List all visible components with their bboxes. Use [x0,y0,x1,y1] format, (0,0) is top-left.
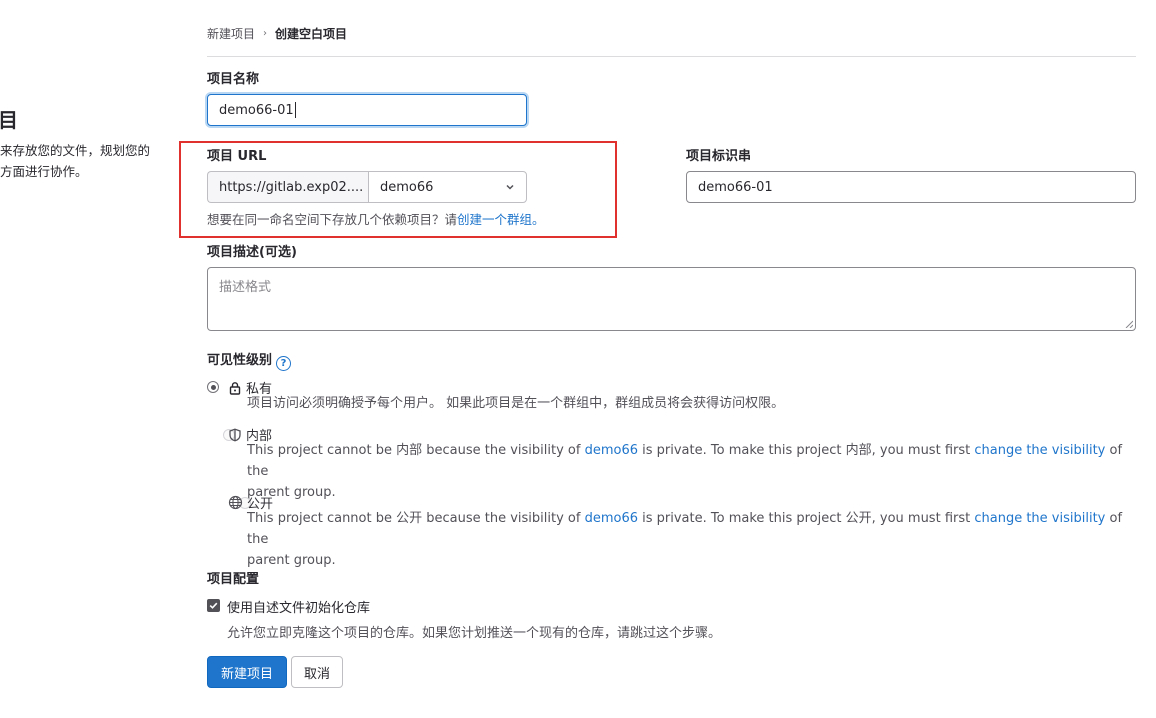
left-panel-title: 目 [0,108,18,132]
breadcrumb: 新建项目 › 创建空白项目 [207,25,347,42]
description-label: 项目描述(可选) [207,245,297,260]
change-visibility-link[interactable]: change the visibility [974,511,1105,526]
project-name-input[interactable]: demo66-01 [207,94,527,126]
checkmark-icon [209,602,218,609]
visibility-public-desc-b: is private. To make this project 公开, you… [638,511,975,526]
highlight-box [179,141,617,238]
globe-icon [228,495,243,510]
divider [207,56,1136,57]
visibility-private-desc: 项目访问必须明确授予每个用户。 如果此项目是在一个群组中，群组成员将会获得访问权… [247,396,785,411]
left-panel-desc-line1: 来存放您的文件，规划您的 [0,143,151,158]
demo66-group-link[interactable]: demo66 [585,443,638,458]
breadcrumb-new-project-link[interactable]: 新建项目 [207,25,255,42]
visibility-public-desc-line2: parent group. [247,553,336,568]
description-placeholder: 描述格式 [219,280,272,295]
project-config-label: 项目配置 [207,572,260,587]
visibility-public-desc-a: This project cannot be 公开 because the vi… [247,511,585,526]
visibility-label: 可见性级别? [207,349,292,371]
project-slug-input[interactable]: demo66-01 [686,171,1136,203]
readme-checkbox[interactable] [207,599,220,612]
visibility-internal-desc-b: is private. To make this project 内部, you… [638,443,975,458]
left-panel-description: 来存放您的文件，规划您的 方面进行协作。 [0,140,175,182]
project-slug-value: demo66-01 [698,179,773,195]
visibility-internal-desc-a: This project cannot be 内部 because the vi… [247,443,585,458]
text-caret [294,102,296,118]
visibility-internal-desc: This project cannot be 内部 because the vi… [247,440,1127,503]
breadcrumb-current: 创建空白项目 [275,27,348,41]
chevron-right-icon: › [263,28,268,39]
project-slug-label: 项目标识串 [686,149,752,164]
project-name-value: demo66-01 [219,102,294,118]
create-project-button[interactable]: 新建项目 [207,656,287,688]
visibility-private-radio[interactable] [207,381,219,393]
demo66-group-link[interactable]: demo66 [585,511,638,526]
question-circle-icon[interactable]: ? [276,356,292,371]
readme-help-text: 允许您立即克隆这个项目的仓库。如果您计划推送一个现有的仓库，请跳过这个步骤。 [227,626,722,641]
project-name-label: 项目名称 [207,72,260,87]
visibility-public-desc: This project cannot be 公开 because the vi… [247,508,1127,571]
visibility-label-text: 可见性级别 [207,353,273,368]
left-panel-desc-line2: 方面进行协作。 [0,164,88,179]
description-textarea[interactable]: 描述格式 [207,267,1136,331]
resize-handle-icon[interactable] [1125,320,1133,328]
change-visibility-link[interactable]: change the visibility [974,443,1105,458]
shield-icon [229,428,241,441]
visibility-internal-desc-line2: parent group. [247,485,336,500]
lock-icon [229,381,241,395]
readme-checkbox-label[interactable]: 使用自述文件初始化仓库 [227,597,370,616]
cancel-button[interactable]: 取消 [291,656,343,688]
